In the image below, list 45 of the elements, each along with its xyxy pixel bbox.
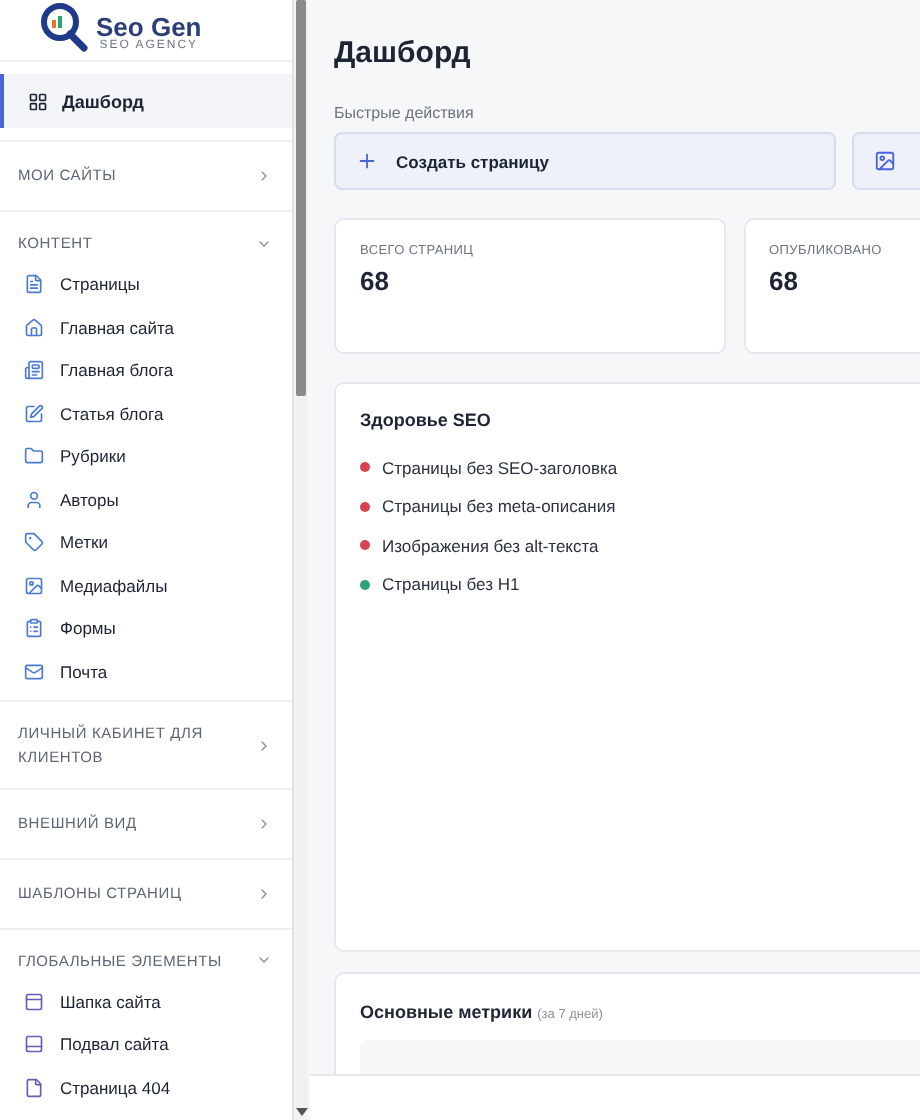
chevron-right-icon	[256, 815, 272, 832]
logo-name: Seo Gen	[96, 14, 202, 40]
quick-actions-label: Быстрые действия	[334, 104, 476, 122]
image-icon	[24, 575, 44, 595]
sidebar-item[interactable]: Страница 404	[0, 1066, 292, 1109]
house-icon	[24, 317, 44, 337]
sidebar-item[interactable]: Рубрики	[0, 434, 292, 478]
seo-check-text: Страницы без meta-описания	[382, 496, 616, 517]
page-title: Дашборд	[334, 36, 473, 70]
sidebar-item[interactable]: Главная сайта	[0, 305, 292, 349]
folder-icon	[24, 446, 44, 466]
sidebar-item[interactable]: Страницы	[0, 262, 292, 306]
pen-icon	[24, 403, 44, 423]
seo-check-text: Изображения без alt-текста	[382, 535, 599, 556]
sidebar-item[interactable]: Медиафайлы	[0, 563, 292, 607]
chevron-right-icon	[256, 885, 272, 902]
seo-check-text: Страницы без SEO-заголовка	[382, 457, 618, 478]
sidebar-item[interactable]: Статья блога	[0, 391, 292, 435]
panel-bottom-icon	[24, 1034, 44, 1055]
sidebar-item[interactable]: Авторы	[0, 477, 292, 521]
chevron-right-icon	[256, 737, 272, 753]
panel-top-icon	[24, 991, 44, 1012]
newspaper-icon	[24, 360, 44, 380]
grid-icon	[28, 91, 48, 111]
sidebar-item[interactable]: Главная блога	[0, 348, 292, 392]
tag-icon	[24, 532, 44, 552]
card-title: Здоровье SEO	[360, 410, 493, 430]
sidebar-item[interactable]: Почта	[0, 649, 292, 693]
chevron-right-icon	[256, 168, 272, 184]
stat-value: 68	[769, 266, 800, 296]
file-icon	[24, 1077, 44, 1098]
clipboard-icon	[24, 618, 44, 638]
stat-value: 68	[360, 266, 391, 296]
sidebar-item[interactable]: Подвал сайта	[0, 1023, 292, 1066]
document-icon	[24, 274, 44, 294]
seo-check-text: Страницы без H1	[382, 574, 520, 595]
person-icon	[24, 489, 44, 509]
mail-icon	[24, 661, 44, 681]
create-page-button[interactable]: Создать страницу	[334, 132, 836, 190]
plus-icon	[356, 150, 378, 172]
sidebar-item[interactable]: Шапка сайта	[0, 980, 292, 1023]
sidebar-item[interactable]: Формы	[0, 606, 292, 650]
sidebar-nav-item[interactable]: Дашборд	[0, 74, 292, 128]
sidebar-item[interactable]: Метки	[0, 520, 292, 564]
image-icon	[874, 150, 896, 172]
